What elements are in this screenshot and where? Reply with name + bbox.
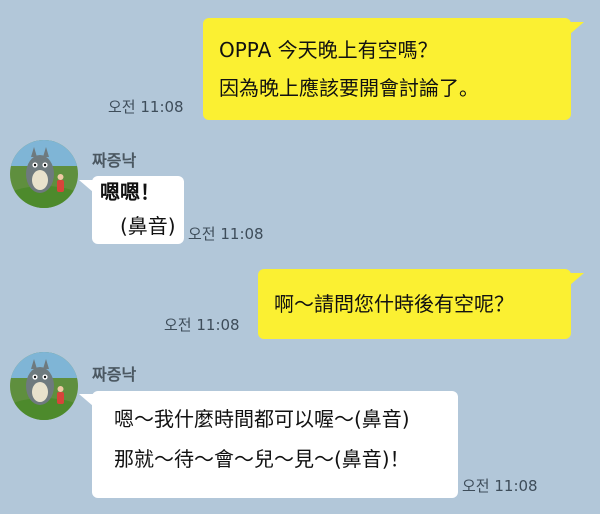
chat-room[interactable]: OPPA 今天晚上有空嗎？ 因為晚上應該要開會討論了。 오전 11:08 짜증낙… [0, 0, 600, 514]
message-timestamp: 오전 11:08 [108, 98, 184, 116]
bubble-tail [79, 394, 93, 406]
contact-name: 짜증낙 [92, 151, 137, 170]
their-message-bubble[interactable]: 嗯嗯！ (鼻音) [92, 176, 184, 244]
message-timestamp: 오전 11:08 [164, 316, 240, 334]
my-message-bubble[interactable]: 啊～請問您什時後有空呢？ [258, 269, 571, 339]
contact-avatar[interactable] [10, 140, 78, 208]
contact-avatar[interactable] [10, 352, 78, 420]
message-text: 嗯～我什麼時間都可以喔～(鼻音) [114, 407, 410, 431]
their-message-bubble[interactable]: 嗯～我什麼時間都可以喔～(鼻音) 那就～待～會～兒～見～(鼻音)！ [92, 391, 458, 498]
message-text: 因為晚上應該要開會討論了。 [219, 76, 479, 100]
message-timestamp: 오전 11:08 [462, 477, 538, 495]
message-text: 啊～請問您什時後有空呢？ [274, 292, 514, 316]
my-message-bubble[interactable]: OPPA 今天晚上有空嗎？ 因為晚上應該要開會討論了。 [203, 18, 571, 120]
totoro-avatar-icon [10, 140, 78, 208]
message-text: 那就～待～會～兒～見～(鼻音)！ [114, 447, 410, 471]
message-timestamp: 오전 11:08 [188, 225, 264, 243]
contact-name: 짜증낙 [92, 365, 137, 384]
bubble-tail [79, 180, 93, 192]
bubble-tail [570, 22, 584, 34]
bubble-tail [570, 273, 584, 285]
message-text: (鼻音) [120, 214, 176, 238]
message-text: 嗯嗯！ [100, 180, 160, 204]
message-text: OPPA 今天晚上有空嗎？ [219, 38, 438, 62]
totoro-avatar-icon [10, 352, 78, 420]
